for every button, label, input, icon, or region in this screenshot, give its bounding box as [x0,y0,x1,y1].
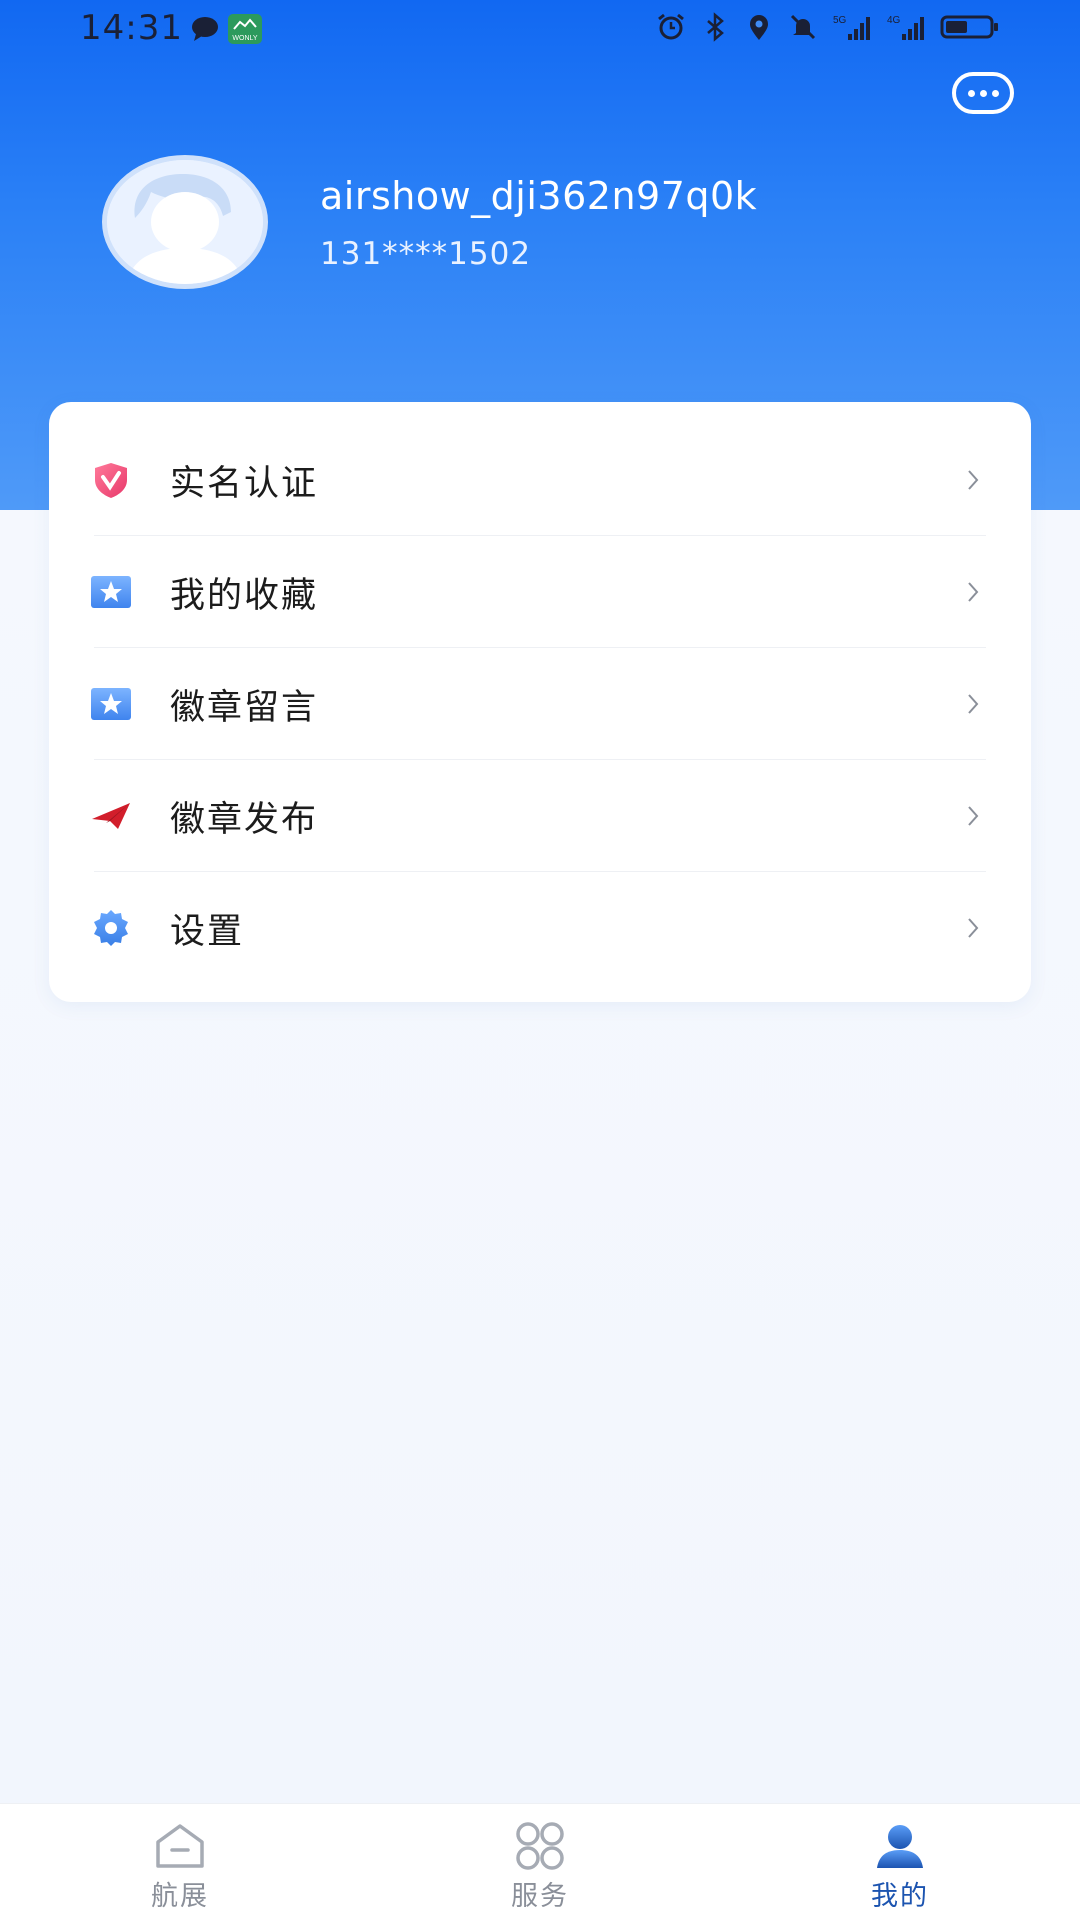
status-bar: 14:31 WONLY 5G 4G [0,0,1080,60]
nav-tab-services[interactable]: 服务 [470,1822,610,1913]
phone-number: 131****1502 [320,236,532,272]
paper-plane-icon [89,794,133,838]
svg-text:WONLY: WONLY [232,35,257,42]
menu-item-label: 设置 [170,911,245,952]
avatar[interactable] [102,155,268,289]
more-options-button[interactable] [952,72,1014,114]
bottom-nav: 航展 服务 我的 [0,1803,1080,1920]
alarm-icon [658,13,684,40]
profile-screen: 14:31 WONLY 5G 4G airshow_dji362n97q0k 1… [0,0,1080,1920]
bluetooth-icon [707,12,724,42]
battery-icon [940,15,998,39]
message-bubble-icon [192,17,218,41]
verified-shield-icon [89,458,133,502]
chevron-right-icon [968,918,979,938]
home-icon [156,1824,204,1868]
signal-4g-icon: 4G [887,15,924,40]
menu-item-label: 实名认证 [170,463,319,504]
chevron-right-icon [968,806,979,826]
status-left-icons: WONLY [190,14,262,44]
menu-item-label: 徽章发布 [170,799,319,840]
nav-tab-airshow[interactable]: 航展 [110,1822,250,1913]
menu-item-my-favorites[interactable]: 我的收藏 [49,536,1031,648]
star-favorites-icon [89,570,133,614]
menu-item-label: 徽章留言 [170,687,319,728]
menu-card: 实名认证 我的收藏 徽章留言 徽章发布 设置 [49,402,1031,1002]
svg-text:4G: 4G [887,15,901,26]
menu-item-settings[interactable]: 设置 [49,872,1031,984]
wonly-app-icon: WONLY [228,14,262,44]
location-icon [750,15,768,40]
svg-text:5G: 5G [833,15,847,26]
signal-5g-icon: 5G [833,15,870,40]
menu-item-badge-publish[interactable]: 徽章发布 [49,760,1031,872]
user-icon [877,1825,923,1868]
mute-bell-icon [790,14,816,40]
menu-item-badge-messages[interactable]: 徽章留言 [49,648,1031,760]
chevron-right-icon [968,694,979,714]
status-right-icons: 5G 4G [656,12,1000,42]
chevron-right-icon [968,582,979,602]
star-badge-icon [89,682,133,726]
nav-tab-label: 航展 [151,1881,209,1912]
more-dots-icon [967,89,975,97]
nav-tab-label: 我的 [871,1881,929,1912]
chevron-right-icon [968,470,979,490]
menu-item-label: 我的收藏 [170,575,319,616]
username: airshow_dji362n97q0k [320,174,758,218]
grid-icon [516,1822,564,1870]
gear-icon [89,906,133,950]
nav-tab-label: 服务 [511,1881,569,1912]
default-avatar-icon [107,160,263,284]
status-time: 14:31 [80,8,183,48]
nav-tab-mine[interactable]: 我的 [830,1822,970,1913]
menu-item-real-name-verification[interactable]: 实名认证 [49,424,1031,536]
